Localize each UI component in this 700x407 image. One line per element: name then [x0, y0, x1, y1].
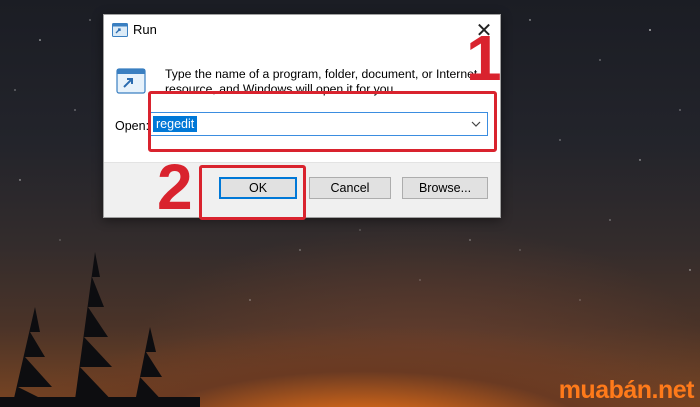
step-number-1: 1 [466, 22, 502, 94]
step-number-2: 2 [157, 151, 193, 223]
open-label: Open: [115, 119, 150, 133]
cancel-button[interactable]: Cancel [309, 177, 391, 199]
run-large-icon [116, 68, 146, 94]
tree-silhouettes [0, 252, 200, 407]
run-icon [112, 23, 128, 37]
highlight-ok-button [199, 165, 306, 220]
dialog-title: Run [133, 22, 157, 37]
browse-button[interactable]: Browse... [402, 177, 488, 199]
dialog-titlebar[interactable]: Run ✕ [104, 15, 500, 45]
watermark-logo: muabán.net [558, 376, 695, 404]
highlight-open-field [148, 91, 497, 152]
